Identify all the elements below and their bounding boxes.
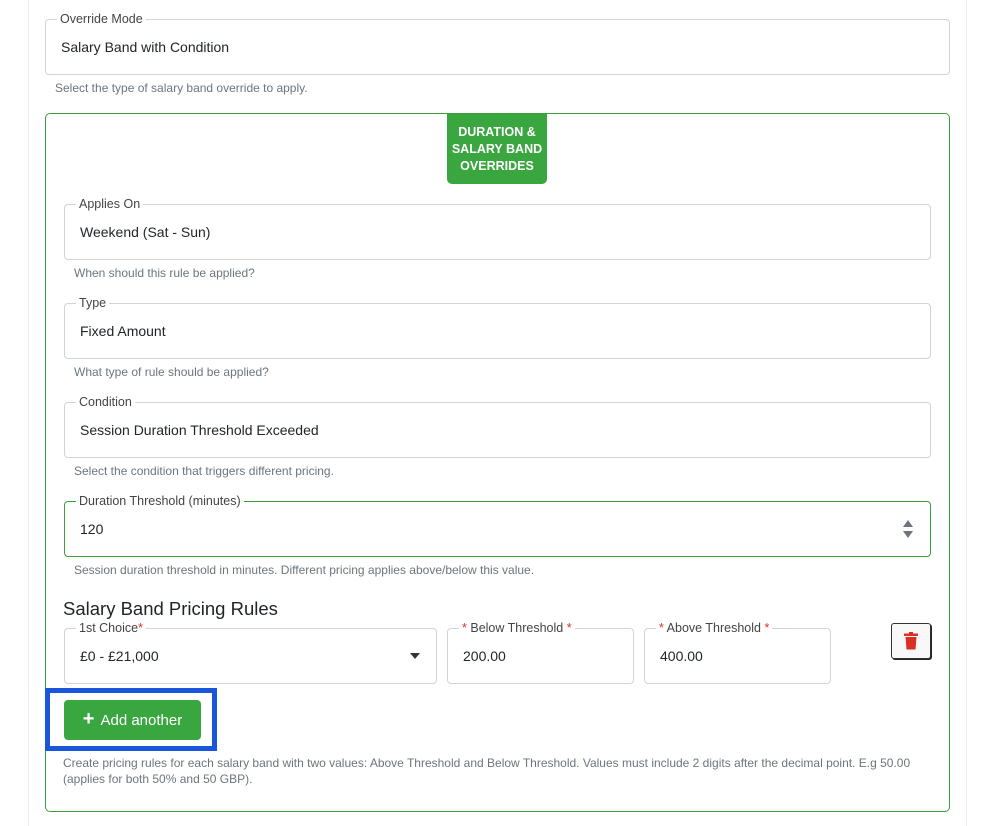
applies-on-select[interactable]: Applies On Weekend (Sat - Sun) [64,196,931,260]
type-select[interactable]: Type Fixed Amount [64,295,931,359]
type-helper: What type of rule should be applied? [74,365,269,379]
type-label: Type [76,295,110,311]
first-choice-label: 1st Choice* [76,620,146,636]
add-another-label: Add another [100,711,183,729]
override-mode-helper: Select the type of salary band override … [55,81,308,95]
applies-on-helper: When should this rule be applied? [74,266,255,280]
override-mode-value: Salary Band with Condition [61,39,230,55]
condition-label: Condition [76,394,135,410]
page-edge-left [28,0,29,826]
page-edge-right [966,0,967,826]
below-threshold-input[interactable]: * Below Threshold * 200.00 [447,620,634,684]
plus-icon: + [82,708,95,730]
override-mode-select[interactable]: Override Mode Salary Band with Condition [45,11,950,75]
duration-threshold-input[interactable]: Duration Threshold (minutes) 120 [64,493,931,557]
chevron-down-icon [410,653,420,659]
below-threshold-label: * Below Threshold * [459,620,575,636]
below-threshold-value: 200.00 [463,648,506,664]
section-badge: DURATION & SALARY BAND OVERRIDES [447,114,547,184]
number-spinner-icon[interactable] [902,519,914,539]
above-threshold-input[interactable]: * Above Threshold * 400.00 [644,620,831,684]
above-threshold-value: 400.00 [660,648,703,664]
delete-rule-button[interactable] [891,623,931,659]
pricing-rules-helper: Create pricing rules for each salary ban… [63,756,911,786]
first-choice-select[interactable]: 1st Choice* £0 - £21,000 [64,620,437,684]
above-threshold-label: * Above Threshold * [656,620,773,636]
first-choice-value: £0 - £21,000 [80,648,159,664]
override-mode-label: Override Mode [57,11,146,27]
condition-helper: Select the condition that triggers diffe… [74,464,334,478]
applies-on-value: Weekend (Sat - Sun) [80,224,211,240]
duration-threshold-helper: Session duration threshold in minutes. D… [74,563,535,577]
type-value: Fixed Amount [80,323,166,339]
add-another-button[interactable]: + Add another [64,700,201,740]
trash-icon [904,632,918,650]
duration-threshold-value: 120 [80,521,104,537]
condition-select[interactable]: Condition Session Duration Threshold Exc… [64,394,931,458]
condition-value: Session Duration Threshold Exceeded [80,422,319,438]
pricing-rules-heading: Salary Band Pricing Rules [63,598,278,619]
applies-on-label: Applies On [76,196,144,212]
duration-threshold-label: Duration Threshold (minutes) [76,493,244,509]
